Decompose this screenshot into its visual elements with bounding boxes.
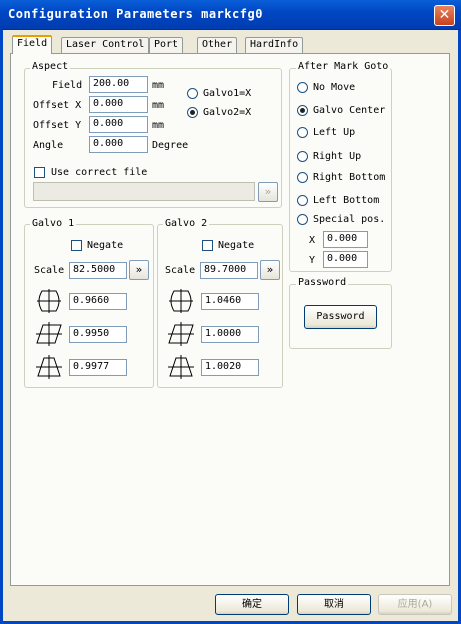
after-mark-option-label: Left Up bbox=[313, 127, 356, 138]
window-title: Configuration Parameters markcfg0 bbox=[8, 7, 263, 21]
double-chevron-right-icon: » bbox=[135, 263, 143, 276]
galvo2-coef3-input[interactable]: 1.0020 bbox=[201, 359, 259, 376]
galvo2-group-title: Galvo 2 bbox=[163, 218, 210, 229]
field-input[interactable]: 200.00 bbox=[89, 76, 148, 93]
double-chevron-right-icon: » bbox=[264, 185, 272, 198]
tab-label: HardInfo bbox=[250, 39, 299, 50]
close-icon: ✕ bbox=[438, 7, 451, 23]
after-mark-option-label: Special pos. bbox=[313, 214, 386, 225]
after-mark-right-bottom-radio[interactable] bbox=[297, 172, 308, 183]
use-correct-file-label: Use correct file bbox=[51, 167, 148, 178]
galvo2-x-label: Galvo2=X bbox=[203, 107, 252, 118]
galvo1-coef1-input[interactable]: 0.9660 bbox=[69, 293, 127, 310]
after-mark-option-label: Right Bottom bbox=[313, 172, 386, 183]
after-mark-no-move-radio[interactable] bbox=[297, 82, 308, 93]
offset-x-label: Offset X bbox=[33, 100, 82, 111]
field-label: Field bbox=[52, 80, 83, 91]
angle-label: Angle bbox=[33, 140, 64, 151]
galvo2-scale-button[interactable]: » bbox=[260, 260, 280, 280]
barrel-distortion-icon bbox=[37, 289, 61, 313]
galvo1-scale-input[interactable]: 82.5000 bbox=[69, 262, 127, 279]
after-mark-goto-title: After Mark Goto bbox=[296, 61, 391, 72]
offset-y-unit: mm bbox=[152, 120, 165, 131]
galvo2-negate-checkbox[interactable] bbox=[202, 240, 213, 251]
trapezoid-distortion-icon bbox=[168, 355, 194, 379]
apply-button[interactable]: 应用(A) bbox=[378, 594, 452, 615]
galvo1-negate-label: Negate bbox=[87, 240, 124, 251]
ok-button[interactable]: 确定 bbox=[215, 594, 289, 615]
galvo2-scale-input[interactable]: 89.7000 bbox=[200, 262, 258, 279]
tab-port[interactable]: Port bbox=[149, 37, 184, 54]
special-y-label: Y bbox=[309, 255, 316, 266]
trapezoid-distortion-icon bbox=[36, 355, 62, 379]
after-mark-left-bottom-radio[interactable] bbox=[297, 195, 308, 206]
angle-input[interactable]: 0.000 bbox=[89, 136, 148, 153]
tab-laser-control[interactable]: Laser Control bbox=[61, 37, 150, 54]
field-unit: mm bbox=[152, 80, 165, 91]
password-button[interactable]: Password bbox=[304, 305, 377, 329]
password-group-title: Password bbox=[296, 277, 349, 288]
special-x-input[interactable]: 0.000 bbox=[323, 231, 368, 248]
cancel-button[interactable]: 取消 bbox=[297, 594, 371, 615]
galvo2-x-radio[interactable] bbox=[187, 107, 198, 118]
tab-label: Port bbox=[154, 39, 179, 50]
galvo1-x-label: Galvo1=X bbox=[203, 88, 252, 99]
angle-unit: Degree bbox=[152, 140, 189, 151]
correct-file-path bbox=[33, 182, 255, 201]
after-mark-option-label: Right Up bbox=[313, 151, 362, 162]
after-mark-special-pos-radio[interactable] bbox=[297, 214, 308, 225]
galvo1-scale-label: Scale bbox=[34, 265, 65, 276]
tab-other[interactable]: Other bbox=[197, 37, 238, 54]
tab-label: Field bbox=[17, 38, 48, 49]
after-mark-galvo-center-radio[interactable] bbox=[297, 105, 308, 116]
galvo1-x-radio[interactable] bbox=[187, 88, 198, 99]
galvo1-group-title: Galvo 1 bbox=[30, 218, 77, 229]
barrel-distortion-icon bbox=[169, 289, 193, 313]
galvo2-coef2-input[interactable]: 1.0000 bbox=[201, 326, 259, 343]
galvo2-negate-label: Negate bbox=[218, 240, 255, 251]
galvo1-scale-button[interactable]: » bbox=[129, 260, 149, 280]
tab-hardinfo[interactable]: HardInfo bbox=[245, 37, 304, 54]
tab-label: Laser Control bbox=[66, 39, 145, 50]
after-mark-option-label: Left Bottom bbox=[313, 195, 380, 206]
galvo1-negate-checkbox[interactable] bbox=[71, 240, 82, 251]
aspect-group-title: Aspect bbox=[30, 61, 71, 72]
tab-label: Other bbox=[202, 39, 233, 50]
offset-x-unit: mm bbox=[152, 100, 165, 111]
offset-y-input[interactable]: 0.000 bbox=[89, 116, 148, 133]
galvo1-coef2-input[interactable]: 0.9950 bbox=[69, 326, 127, 343]
offset-y-label: Offset Y bbox=[33, 120, 82, 131]
after-mark-option-label: No Move bbox=[313, 82, 356, 93]
special-x-label: X bbox=[309, 235, 316, 246]
special-y-input[interactable]: 0.000 bbox=[323, 251, 368, 268]
galvo2-scale-label: Scale bbox=[165, 265, 196, 276]
after-mark-option-label: Galvo Center bbox=[313, 105, 386, 116]
after-mark-left-up-radio[interactable] bbox=[297, 127, 308, 138]
tab-field[interactable]: Field bbox=[12, 35, 53, 54]
after-mark-right-up-radio[interactable] bbox=[297, 151, 308, 162]
offset-x-input[interactable]: 0.000 bbox=[89, 96, 148, 113]
use-correct-file-checkbox[interactable] bbox=[34, 167, 45, 178]
double-chevron-right-icon: » bbox=[266, 263, 274, 276]
galvo1-coef3-input[interactable]: 0.9977 bbox=[69, 359, 127, 376]
parallelogram-distortion-icon bbox=[36, 322, 62, 346]
close-button[interactable]: ✕ bbox=[434, 5, 455, 26]
parallelogram-distortion-icon bbox=[168, 322, 194, 346]
browse-correct-file-button[interactable]: » bbox=[258, 182, 278, 202]
galvo2-coef1-input[interactable]: 1.0460 bbox=[201, 293, 259, 310]
